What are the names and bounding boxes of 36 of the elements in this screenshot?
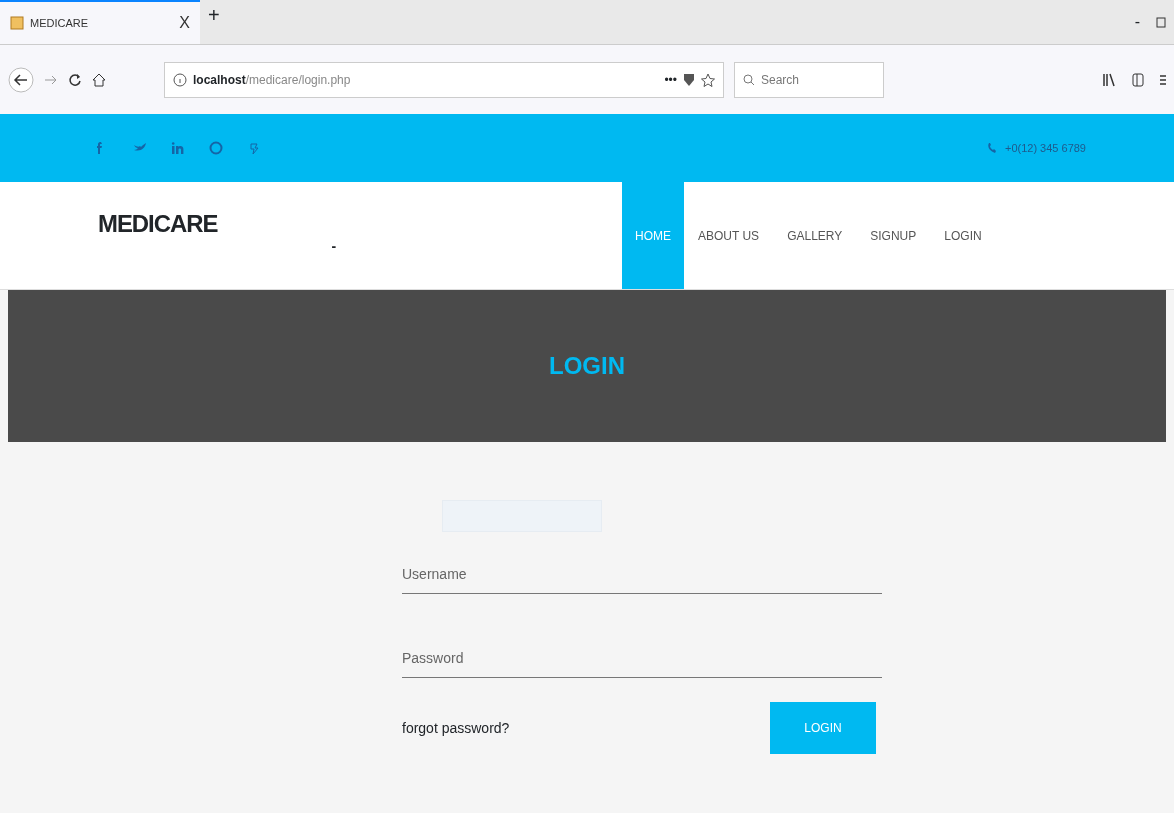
forward-icon[interactable] bbox=[44, 73, 58, 86]
phone-icon bbox=[986, 142, 997, 154]
password-field[interactable]: Password bbox=[402, 640, 882, 678]
dash-mark: - bbox=[331, 237, 337, 256]
username-field[interactable]: Username bbox=[402, 556, 882, 594]
tab-title: MEDICARE bbox=[30, 15, 89, 31]
library-icon[interactable] bbox=[1102, 72, 1116, 87]
info-icon bbox=[173, 72, 187, 87]
nav-link[interactable]: ABOUT US bbox=[684, 182, 774, 289]
new-tab-button[interactable]: + bbox=[200, 0, 228, 44]
more-button[interactable]: ••• bbox=[664, 70, 677, 89]
reload-icon[interactable] bbox=[68, 72, 82, 87]
site-logo[interactable]: MEDICARE bbox=[98, 206, 218, 289]
phone-number: +0(12) 345 6789 bbox=[1004, 140, 1086, 156]
home-icon[interactable] bbox=[92, 72, 106, 87]
star-icon[interactable] bbox=[701, 72, 715, 87]
close-tab-button[interactable]: X bbox=[179, 11, 190, 35]
url-text: localhost/medicare/login.php bbox=[193, 71, 351, 89]
restore-icon[interactable] bbox=[1156, 16, 1166, 28]
search-placeholder: Search bbox=[761, 71, 800, 89]
page-title: LOGIN bbox=[549, 351, 625, 381]
favicon-icon bbox=[10, 16, 24, 30]
sidebar-icon[interactable] bbox=[1132, 72, 1144, 87]
shield-icon[interactable] bbox=[683, 72, 695, 87]
nav-link[interactable]: SIGNUP bbox=[856, 182, 931, 289]
linkedin-icon[interactable] bbox=[171, 141, 185, 155]
back-icon[interactable] bbox=[8, 66, 34, 93]
nav-link[interactable]: LOGIN bbox=[930, 182, 996, 289]
nav-link[interactable]: GALLERY bbox=[773, 182, 857, 289]
search-icon bbox=[743, 73, 755, 86]
menu-icon[interactable] bbox=[1160, 73, 1166, 86]
address-bar[interactable]: localhost/medicare/login.php ••• bbox=[164, 61, 724, 98]
browser-search-field[interactable]: Search bbox=[734, 61, 884, 98]
minimize-button[interactable]: - bbox=[1134, 10, 1140, 34]
browser-tab[interactable]: MEDICARE X bbox=[0, 0, 200, 44]
forgot-password-link[interactable]: forgot password? bbox=[402, 717, 510, 739]
